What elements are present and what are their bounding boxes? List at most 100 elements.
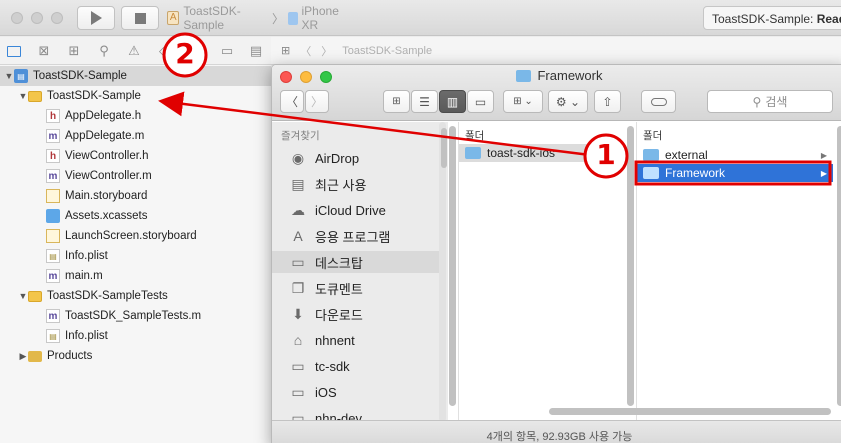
sidebar-item-documents[interactable]: ❐ 도큐멘트 (272, 277, 442, 299)
back-button[interactable]: 〈 (280, 90, 304, 113)
xcode-project-icon: A (167, 11, 180, 25)
tree-item-file[interactable]: m AppDelegate.m (0, 126, 271, 146)
group-icon: ⊞ ⌄ (513, 96, 533, 107)
project-navigator: ▼ ▤ ToastSDK-Sample ▼ ToastSDK-Sample h … (0, 65, 271, 443)
tree-item-group[interactable]: ▼ ToastSDK-Sample (0, 86, 271, 106)
folder-icon (465, 147, 481, 159)
tree-item-group[interactable]: ▶ Products (0, 346, 271, 366)
forward-button[interactable]: 〉 (305, 90, 329, 113)
finder-toolbar: Framework 〈 〉 ⊞ ☰ ▥ ▭ ⊞ ⌄ ⚙ ⌄ ⇧ ⚲ 검색 (272, 65, 841, 121)
folder-icon (28, 90, 42, 102)
breakpoint-icon[interactable]: ▭ (219, 43, 235, 59)
sidebar-item-desktop[interactable]: ▭ 데스크탑 (272, 251, 442, 273)
symbol-navigator-icon[interactable]: ⊞ (66, 43, 82, 59)
tree-item-file[interactable]: ▤ Info.plist (0, 326, 271, 346)
disclosure-open-icon[interactable]: ▼ (18, 91, 28, 101)
tree-item-label: main.m (65, 270, 103, 282)
disclosure-open-icon[interactable]: ▼ (4, 71, 14, 81)
view-icons-button[interactable]: ⊞ (383, 90, 410, 113)
header-file-icon: h (46, 109, 60, 123)
sidebar-item-label: iOS (315, 384, 337, 400)
tree-item-file[interactable]: Assets.xcassets (0, 206, 271, 226)
sidebar-item-label: 다운로드 (315, 307, 363, 323)
activity-status: ToastSDK-Sample: Ready (703, 6, 841, 30)
tree-item-label: ToastSDK-Sample (33, 70, 127, 82)
horizontal-scrollbar[interactable] (549, 408, 831, 415)
tree-item-file[interactable]: LaunchScreen.storyboard (0, 226, 271, 246)
sidebar-item-recents[interactable]: ▤ 최근 사용 (272, 173, 442, 195)
column-item-label: toast-sdk-ios (487, 146, 556, 160)
source-control-icon[interactable]: ⊠ (36, 43, 52, 59)
sidebar-item-label: 응용 프로그램 (315, 229, 391, 245)
tree-item-file[interactable]: h AppDelegate.h (0, 106, 271, 126)
sidebar-item-tc-sdk[interactable]: ▭ tc-sdk (272, 355, 442, 377)
column-view-icon: ▥ (446, 94, 459, 109)
tree-item-file[interactable]: m main.m (0, 266, 271, 286)
sidebar-scrollbar[interactable] (441, 128, 447, 168)
back-arrow-icon[interactable]: 〈 (300, 43, 311, 59)
search-icon[interactable]: ⚲ (96, 43, 112, 59)
share-button[interactable]: ⇧ (594, 90, 621, 113)
editor-breadcrumb[interactable]: ToastSDK-Sample (342, 45, 432, 57)
tree-item-label: Info.plist (65, 250, 108, 262)
sidebar-item-label: AirDrop (315, 150, 360, 166)
tree-item-file[interactable]: m ViewController.m (0, 166, 271, 186)
tags-button[interactable] (641, 90, 676, 113)
chevron-right-icon: 〉 (310, 95, 323, 109)
sidebar-item-nhnent[interactable]: ⌂ nhnent (272, 329, 442, 351)
tree-item-file[interactable]: m ToastSDK_SampleTests.m (0, 306, 271, 326)
finder-search-field[interactable]: ⚲ 검색 (707, 90, 833, 113)
xcode-project-file-icon: ▤ (14, 69, 28, 83)
sidebar-item-downloads[interactable]: ⬇ 다운로드 (272, 303, 442, 325)
group-by-button[interactable]: ⊞ ⌄ (503, 90, 543, 113)
scheme-selector[interactable]: A ToastSDK-Sample 〉 iPhone XR (167, 4, 355, 32)
disclosure-closed-icon[interactable]: ▶ (18, 351, 28, 362)
editor-jump-bar: ⊞ 〈 〉 ToastSDK-Sample (271, 37, 841, 65)
tree-item-project[interactable]: ▼ ▤ ToastSDK-Sample (0, 66, 271, 86)
chevron-right-icon: ▶ (820, 150, 827, 160)
tree-item-label: Products (47, 350, 93, 362)
sidebar-item-applications[interactable]: A 응용 프로그램 (272, 225, 442, 247)
xcode-toolbar: A ToastSDK-Sample 〉 iPhone XR ToastSDK-S… (0, 0, 841, 36)
sidebar-item-airdrop[interactable]: ◉ AirDrop (272, 147, 442, 169)
gear-icon: ⚙ ⌄ (555, 94, 581, 109)
column-item-external[interactable]: external ▶ (637, 146, 833, 164)
minimize-window-button[interactable] (31, 12, 43, 24)
simulator-device-icon (288, 11, 298, 25)
report-navigator-icon[interactable]: ▤ (248, 43, 264, 59)
tree-item-file[interactable]: ▤ Info.plist (0, 246, 271, 266)
column-item-framework[interactable]: Framework ▶ (637, 164, 833, 182)
column-1-scrollbar[interactable] (449, 126, 456, 406)
tree-item-label: LaunchScreen.storyboard (65, 230, 197, 242)
sidebar-item-ios[interactable]: ▭ iOS (272, 381, 442, 403)
tree-item-file[interactable]: Main.storyboard (0, 186, 271, 206)
issue-warning-icon[interactable]: ⚠ (126, 43, 142, 59)
forward-arrow-icon[interactable]: 〉 (321, 43, 332, 59)
view-columns-button[interactable]: ▥ (439, 90, 466, 113)
sidebar-item-label: tc-sdk (315, 358, 350, 374)
action-menu-button[interactable]: ⚙ ⌄ (548, 90, 588, 113)
chevron-left-icon: 〈 (285, 95, 298, 109)
close-window-button[interactable] (11, 12, 23, 24)
search-placeholder: 검색 (765, 95, 788, 109)
tree-item-label: AppDelegate.m (65, 130, 145, 142)
run-button[interactable] (77, 6, 115, 30)
header-file-icon: h (46, 149, 60, 163)
stop-button[interactable] (121, 6, 159, 30)
tree-item-label: ViewController.m (65, 170, 152, 182)
column-item-label: external (665, 148, 708, 162)
view-gallery-button[interactable]: ▭ (467, 90, 494, 113)
column-2-right-scrollbar[interactable] (837, 126, 841, 406)
column-2-scrollbar[interactable] (627, 126, 634, 406)
status-prefix: ToastSDK-Sample: (712, 12, 817, 26)
zoom-window-button[interactable] (51, 12, 63, 24)
grid-icon[interactable]: ⊞ (281, 44, 290, 57)
folder-icon[interactable] (6, 43, 22, 59)
desktop-icon: ▭ (291, 253, 305, 270)
disclosure-open-icon[interactable]: ▼ (18, 291, 28, 301)
finder-window: Framework 〈 〉 ⊞ ☰ ▥ ▭ ⊞ ⌄ ⚙ ⌄ ⇧ ⚲ 검색 즐겨찾… (271, 64, 841, 443)
sidebar-item-icloud[interactable]: ☁ iCloud Drive (272, 199, 442, 221)
tree-item-file[interactable]: h ViewController.h (0, 146, 271, 166)
view-list-button[interactable]: ☰ (411, 90, 438, 113)
tree-item-group[interactable]: ▼ ToastSDK-SampleTests (0, 286, 271, 306)
